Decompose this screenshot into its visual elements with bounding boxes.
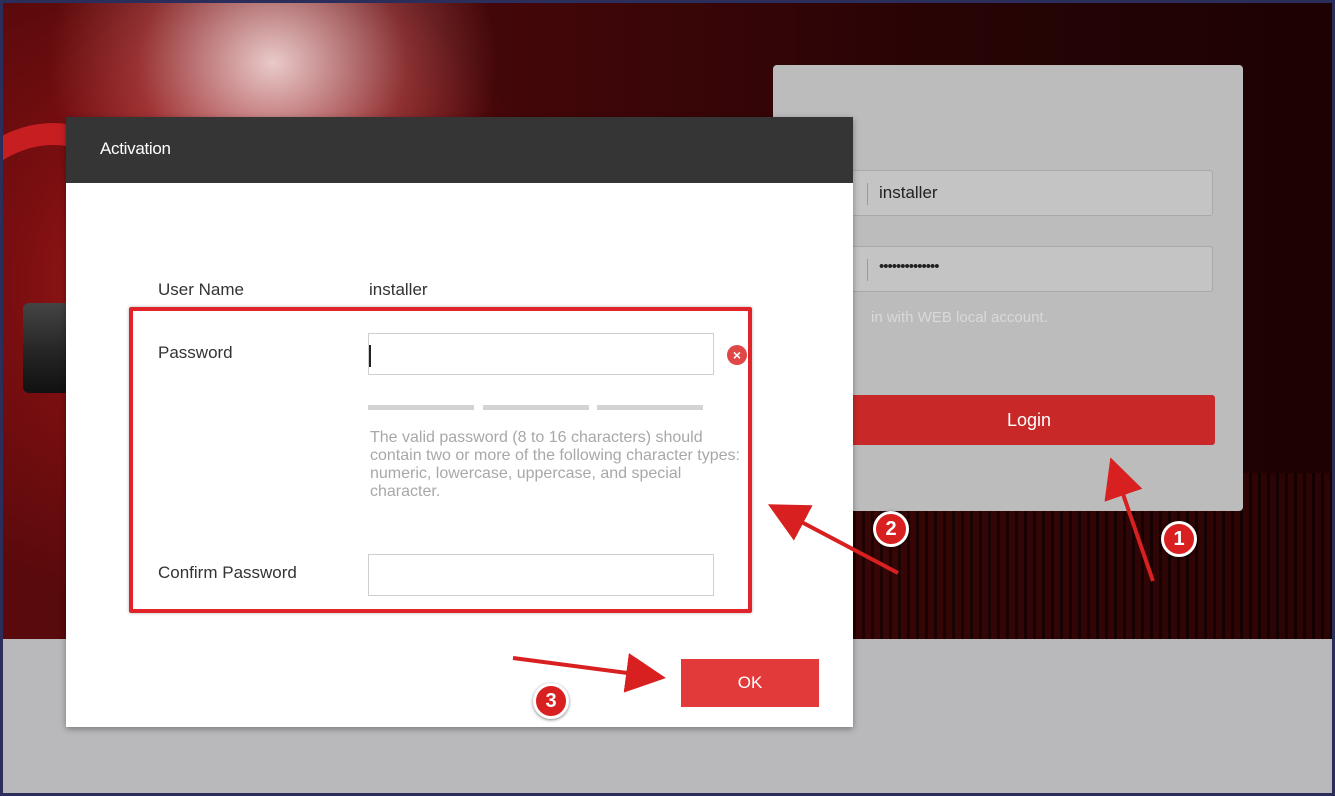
step-badge-3: 3 (533, 683, 569, 719)
username-value: installer (369, 280, 428, 299)
login-account-note: in with WEB local account. (871, 309, 1048, 326)
screenshot-frame: installer •••••••••••••• in with WEB loc… (0, 0, 1335, 796)
dialog-header: Activation (66, 117, 853, 183)
step-badge-2: 2 (873, 511, 909, 547)
login-username-field[interactable]: installer (848, 170, 1213, 216)
dialog-title: Activation (100, 139, 171, 158)
ok-button[interactable]: OK (681, 659, 819, 707)
login-button[interactable]: Login (843, 395, 1215, 445)
highlight-box (129, 307, 752, 613)
field-separator (867, 259, 868, 281)
login-username-value: installer (879, 183, 938, 202)
username-label: User Name (158, 280, 244, 299)
login-password-field[interactable]: •••••••••••••• (848, 246, 1213, 292)
step-badge-1: 1 (1161, 521, 1197, 557)
login-password-value: •••••••••••••• (879, 258, 940, 275)
field-separator (867, 183, 868, 205)
